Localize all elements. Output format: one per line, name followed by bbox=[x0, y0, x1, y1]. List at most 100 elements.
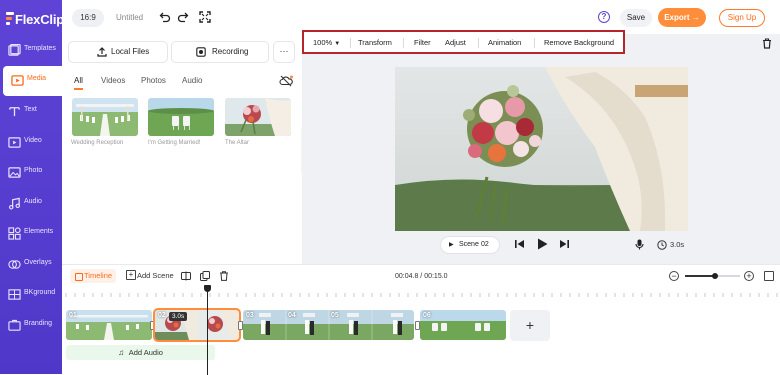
sidebar-item-background[interactable]: BKground bbox=[0, 280, 62, 310]
tab-audio[interactable]: Audio bbox=[182, 76, 202, 85]
adjust-button[interactable]: Adjust bbox=[445, 38, 466, 47]
export-button[interactable]: Export → bbox=[658, 8, 706, 27]
scene-duration[interactable]: 3.0s bbox=[670, 240, 684, 249]
editor-area: 100% ▼ Transform Filter Adjust Animation … bbox=[302, 30, 780, 264]
trash-icon[interactable] bbox=[762, 38, 772, 49]
sidebar-item-branding[interactable]: Branding bbox=[0, 311, 62, 341]
clip-thumbnail-image bbox=[155, 310, 239, 340]
media-thumbnail[interactable] bbox=[225, 98, 291, 136]
project-title[interactable]: Untitled bbox=[116, 13, 143, 22]
thumbnail-caption: The Altar bbox=[225, 140, 250, 146]
local-files-button[interactable]: Local Files bbox=[68, 41, 168, 63]
timeline-clip[interactable]: 06 bbox=[420, 310, 506, 340]
add-audio-button[interactable]: ♫ Add Audio bbox=[66, 345, 215, 360]
clip-number: 06 bbox=[423, 312, 431, 319]
redo-icon[interactable] bbox=[177, 11, 189, 23]
timeline-clip-selected[interactable]: 02 3.0s bbox=[153, 308, 241, 342]
scene-selector[interactable]: ▶ Scene 02 bbox=[440, 236, 500, 254]
sidebar-item-elements[interactable]: Elements bbox=[0, 219, 62, 249]
sidebar-item-overlays[interactable]: Overlays bbox=[0, 250, 62, 280]
divider bbox=[350, 38, 351, 48]
timeline-ruler[interactable] bbox=[62, 287, 780, 297]
getting-married-image bbox=[148, 98, 214, 136]
media-thumbnail[interactable] bbox=[148, 98, 214, 136]
sidebar-item-text[interactable]: Text bbox=[0, 97, 62, 127]
signup-button[interactable]: Sign Up bbox=[719, 9, 765, 27]
remove-background-button[interactable]: Remove Background bbox=[544, 38, 614, 47]
upload-icon bbox=[97, 47, 107, 57]
video-icon bbox=[8, 137, 21, 148]
timeline-zoom-slider[interactable] bbox=[685, 273, 740, 279]
split-icon[interactable] bbox=[181, 271, 191, 281]
delete-scene-icon[interactable] bbox=[219, 271, 229, 281]
sidebar-item-media[interactable]: Media bbox=[3, 66, 62, 96]
fit-timeline-icon[interactable] bbox=[764, 271, 774, 281]
next-scene-icon[interactable] bbox=[560, 239, 569, 249]
elements-icon bbox=[8, 227, 21, 240]
aspect-ratio-button[interactable]: 16:9 bbox=[72, 9, 104, 27]
clock-icon bbox=[657, 240, 667, 250]
timeline-toggle[interactable]: Timeline bbox=[70, 269, 116, 283]
microphone-icon[interactable] bbox=[635, 239, 644, 250]
tab-all[interactable]: All bbox=[74, 76, 83, 90]
fullscreen-icon[interactable] bbox=[199, 11, 211, 23]
chevron-down-icon: ▼ bbox=[334, 41, 341, 47]
altar-image bbox=[225, 98, 291, 136]
thumbnail-caption: I'm Getting Married! bbox=[148, 140, 201, 146]
divider bbox=[478, 38, 479, 48]
wedding-reception-image bbox=[72, 98, 138, 136]
edit-toolbar: 100% ▼ Transform Filter Adjust Animation … bbox=[302, 30, 625, 54]
left-sidebar: FlexClip Templates Media Text Video Phot… bbox=[0, 0, 64, 374]
media-thumbnail[interactable] bbox=[72, 98, 138, 136]
recording-button[interactable]: Recording bbox=[171, 41, 269, 63]
zoom-dropdown[interactable]: 100% ▼ bbox=[313, 38, 340, 47]
flexclip-logo[interactable]: FlexClip bbox=[6, 10, 64, 28]
tab-videos[interactable]: Videos bbox=[101, 76, 125, 85]
sidebar-item-photo[interactable]: Photo bbox=[0, 158, 62, 188]
clip-number: 04 bbox=[288, 312, 296, 319]
tab-photos[interactable]: Photos bbox=[141, 76, 166, 85]
media-panel: Local Files Recording ··· All Videos Pho… bbox=[62, 34, 302, 264]
timeline-clip[interactable]: 03 04 05 bbox=[243, 310, 414, 340]
sidebar-item-templates[interactable]: Templates bbox=[0, 36, 62, 66]
zoom-slider-handle[interactable] bbox=[712, 273, 719, 279]
play-small-icon: ▶ bbox=[449, 242, 454, 248]
video-preview[interactable] bbox=[395, 67, 688, 231]
clip-thumbnail-image bbox=[420, 310, 506, 340]
media-icon bbox=[11, 75, 24, 86]
animation-button[interactable]: Animation bbox=[488, 38, 521, 47]
thumbnail-caption: Wedding Reception bbox=[71, 140, 124, 146]
more-options-button[interactable]: ··· bbox=[273, 41, 295, 63]
clip-number: 02 bbox=[158, 312, 166, 319]
clip-number: 01 bbox=[69, 312, 77, 319]
timeline-clip[interactable]: 01 bbox=[66, 310, 152, 340]
overlays-icon bbox=[8, 260, 21, 269]
undo-icon[interactable] bbox=[159, 11, 171, 23]
timeline-playhead[interactable] bbox=[204, 285, 211, 375]
sidebar-item-video[interactable]: Video bbox=[0, 128, 62, 158]
transform-button[interactable]: Transform bbox=[358, 38, 392, 47]
filter-button[interactable]: Filter bbox=[414, 38, 431, 47]
save-button[interactable]: Save bbox=[620, 9, 652, 27]
wedding-bouquet-preview-image bbox=[395, 67, 688, 231]
help-icon[interactable]: ? bbox=[598, 11, 610, 23]
add-clip-button[interactable]: + bbox=[510, 310, 550, 341]
clip-number: 03 bbox=[246, 312, 254, 319]
audio-icon bbox=[9, 197, 20, 210]
top-bar: 16:9 Untitled ? Save Export → Sign Up bbox=[62, 0, 780, 34]
record-icon bbox=[196, 47, 206, 57]
add-scene-button[interactable]: Add Scene bbox=[126, 270, 174, 280]
music-note-icon: ♫ bbox=[118, 348, 125, 357]
duplicate-icon[interactable] bbox=[200, 271, 210, 281]
cloud-off-icon[interactable] bbox=[279, 75, 293, 87]
background-icon bbox=[8, 289, 21, 300]
previous-scene-icon[interactable] bbox=[515, 239, 524, 249]
zoom-out-icon[interactable]: − bbox=[669, 271, 679, 281]
divider bbox=[534, 38, 535, 48]
play-icon[interactable] bbox=[537, 238, 548, 250]
clip-thumbnail-image bbox=[66, 310, 152, 340]
divider bbox=[403, 38, 404, 48]
photo-icon bbox=[8, 167, 21, 178]
zoom-in-icon[interactable]: + bbox=[744, 271, 754, 281]
sidebar-item-audio[interactable]: Audio bbox=[0, 189, 62, 219]
